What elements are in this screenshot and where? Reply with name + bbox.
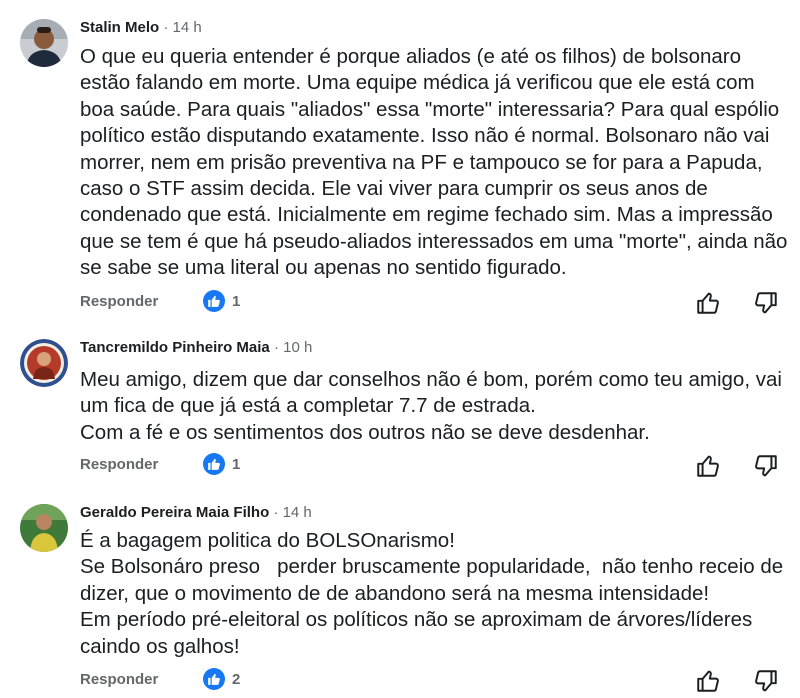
comment-header: Tancremildo Pinheiro Maia · 10 h: [80, 339, 312, 356]
reply-button[interactable]: Responder: [80, 671, 158, 688]
thumbs-up-icon: [203, 453, 225, 475]
like-count: 2: [232, 670, 241, 688]
thumbs-up-outline-icon[interactable]: [695, 290, 721, 316]
timestamp[interactable]: 14 h: [173, 19, 202, 36]
comment-header: Stalin Melo · 14 h: [80, 19, 202, 36]
avatar[interactable]: [20, 19, 68, 67]
avatar[interactable]: [20, 504, 68, 552]
thumbs-down-outline-icon[interactable]: [753, 453, 779, 479]
separator: ·: [273, 504, 279, 521]
thumbs-up-outline-icon[interactable]: [695, 453, 721, 479]
like-count: 1: [232, 455, 241, 473]
thumbs-down-outline-icon[interactable]: [753, 290, 779, 316]
comment-header: Geraldo Pereira Maia Filho · 14 h: [80, 504, 312, 521]
reaction-summary[interactable]: 1: [203, 453, 240, 475]
like-count: 1: [232, 292, 241, 310]
separator: ·: [163, 19, 169, 36]
avatar[interactable]: [20, 339, 68, 387]
comment-text: O que eu queria entender é porque aliado…: [80, 45, 794, 280]
author-name[interactable]: Stalin Melo: [80, 19, 159, 36]
reaction-summary[interactable]: 1: [203, 290, 240, 312]
thumbs-up-icon: [203, 290, 225, 312]
author-name[interactable]: Geraldo Pereira Maia Filho: [80, 504, 269, 521]
thumbs-up-icon: [203, 668, 225, 690]
timestamp[interactable]: 14 h: [283, 504, 312, 521]
thumbs-down-outline-icon[interactable]: [753, 668, 779, 694]
author-name[interactable]: Tancremildo Pinheiro Maia: [80, 339, 270, 356]
reply-button[interactable]: Responder: [80, 293, 158, 310]
separator: ·: [273, 339, 279, 356]
comment-text: É a bagagem politica do BOLSOnarismo! Se…: [80, 529, 784, 658]
comment-3: Geraldo Pereira Maia Filho · 14 h É a ba…: [0, 485, 800, 698]
timestamp[interactable]: 10 h: [283, 339, 312, 356]
reply-button[interactable]: Responder: [80, 456, 158, 473]
comment-1: Stalin Melo · 14 h O que eu queria enten…: [0, 0, 800, 320]
comment-2: Tancremildo Pinheiro Maia · 10 h Meu ami…: [0, 320, 800, 485]
comment-text: Meu amigo, dizem que dar conselhos não é…: [80, 368, 782, 444]
reaction-summary[interactable]: 2: [203, 668, 240, 690]
thumbs-up-outline-icon[interactable]: [695, 668, 721, 694]
